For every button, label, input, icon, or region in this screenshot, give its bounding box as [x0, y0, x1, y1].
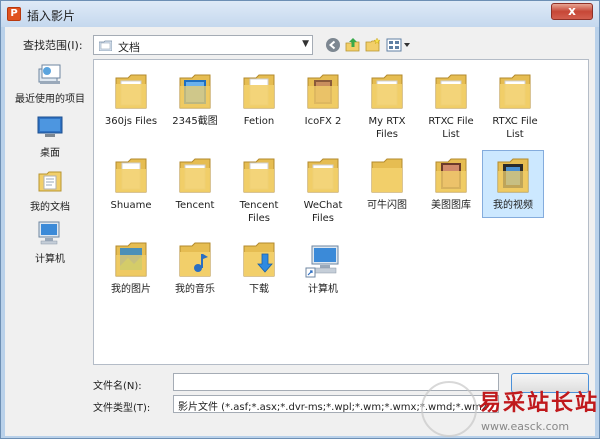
close-button[interactable]: x	[551, 3, 593, 20]
places-item-documents[interactable]: 我的文档	[9, 167, 91, 213]
folder-icon	[115, 74, 147, 109]
folder-icon	[179, 74, 211, 109]
folder-icon	[371, 74, 403, 109]
computer-shortcut-icon	[305, 245, 339, 278]
item-label: RTXC File List	[492, 116, 538, 140]
folder-icon	[307, 158, 339, 193]
list-item[interactable]: Fetion	[228, 70, 290, 128]
pictures-folder-icon	[115, 242, 147, 277]
folder-icon	[435, 74, 467, 109]
item-label: My RTX Files	[368, 116, 406, 140]
folder-icon	[115, 158, 147, 193]
places-item-desktop[interactable]: 桌面	[9, 113, 91, 159]
item-label: 下载	[249, 284, 269, 295]
places-item-label: 桌面	[40, 148, 60, 159]
folder-icon	[243, 74, 275, 109]
list-item[interactable]: RTXC File List	[420, 70, 482, 141]
list-item[interactable]: Shuame	[100, 154, 162, 212]
file-list[interactable]: 360js Files 2345截图 Fetion IcoFX 2 My RTX…	[93, 59, 589, 365]
filename-label: 文件名(N):	[93, 381, 142, 392]
item-label: 计算机	[308, 284, 338, 295]
list-item[interactable]: WeChat Files	[292, 154, 354, 225]
lookin-value: 文档	[118, 41, 140, 54]
item-label: WeChat Files	[303, 200, 343, 224]
back-arrow-icon	[326, 38, 340, 52]
list-item[interactable]: 我的图片	[100, 238, 162, 296]
list-item[interactable]: 可牛闪图	[356, 154, 418, 212]
item-label: IcoFX 2	[304, 116, 342, 127]
list-item[interactable]: My RTX Files	[356, 70, 418, 141]
music-folder-icon	[179, 242, 211, 277]
documents-icon	[38, 171, 62, 192]
list-item[interactable]: Tencent Files	[228, 154, 290, 225]
recent-items-icon	[38, 64, 61, 84]
places-bar: 最近使用的项目 桌面 我的文档 计算机	[9, 59, 91, 367]
downloads-folder-icon	[243, 242, 275, 277]
places-item-label: 最近使用的项目	[15, 94, 85, 105]
list-item[interactable]: 2345截图	[164, 70, 226, 128]
filetype-label: 文件类型(T):	[93, 403, 151, 414]
folder-icon	[499, 74, 531, 109]
watermark-text: 易采站长站	[479, 390, 600, 416]
dialog-title: 插入影片	[27, 9, 76, 23]
item-label: 2345截图	[172, 116, 218, 127]
item-label: 美图图库	[431, 200, 471, 211]
item-label: Tencent	[175, 200, 215, 211]
watermark-logo	[421, 381, 477, 437]
view-menu-icon	[386, 38, 410, 52]
videos-folder-icon	[497, 158, 529, 193]
watermark-url: www.easck.com	[481, 420, 570, 433]
places-item-label: 计算机	[35, 254, 65, 265]
item-label: Shuame	[110, 200, 152, 211]
folder-icon	[99, 40, 112, 51]
item-label: 可牛闪图	[367, 200, 407, 211]
places-item-recent[interactable]: 最近使用的项目	[9, 59, 91, 105]
lookin-label: 查找范围(I):	[23, 39, 83, 52]
up-folder-button[interactable]	[343, 35, 363, 55]
list-item[interactable]: 美图图库	[420, 154, 482, 212]
list-item[interactable]: 计算机	[292, 238, 354, 296]
list-item[interactable]: RTXC File List	[484, 70, 546, 141]
lookin-dropdown[interactable]: 文档 ▼	[93, 35, 313, 55]
insert-movie-dialog: P 插入影片 x 查找范围(I): 文档 ▼ 最近使用的项目 桌面 我的文档 计…	[0, 0, 600, 439]
dialog-body: 查找范围(I): 文档 ▼ 最近使用的项目 桌面 我的文档 计算机 360js …	[5, 27, 595, 436]
title-bar[interactable]: P 插入影片 x	[1, 1, 599, 27]
back-button[interactable]	[323, 35, 343, 55]
computer-icon	[38, 221, 60, 245]
item-label: 我的视频	[493, 200, 533, 211]
item-label: Tencent Files	[239, 200, 279, 224]
list-item[interactable]: Tencent	[164, 154, 226, 212]
folder-icon	[307, 74, 339, 109]
item-label: RTXC File List	[428, 116, 474, 140]
view-menu-button[interactable]	[385, 35, 413, 55]
list-item[interactable]: 下载	[228, 238, 290, 296]
places-item-label: 我的文档	[30, 202, 70, 213]
folder-icon	[435, 158, 467, 193]
list-item[interactable]: IcoFX 2	[292, 70, 354, 128]
places-item-computer[interactable]: 计算机	[9, 219, 91, 265]
folder-icon	[179, 158, 211, 193]
desktop-icon	[37, 116, 63, 137]
new-folder-button[interactable]	[363, 35, 383, 55]
folder-icon	[371, 158, 403, 193]
powerpoint-app-icon: P	[7, 7, 21, 21]
up-folder-icon	[345, 38, 360, 52]
list-item[interactable]: 360js Files	[100, 70, 162, 128]
item-label: 我的图片	[111, 284, 151, 295]
folder-icon	[243, 158, 275, 193]
new-folder-icon	[365, 37, 381, 52]
item-label: 我的音乐	[175, 284, 215, 295]
list-item-selected[interactable]: 我的视频	[482, 150, 544, 218]
list-item[interactable]: 我的音乐	[164, 238, 226, 296]
chevron-down-icon: ▼	[302, 39, 309, 49]
item-label: 360js Files	[104, 116, 158, 127]
item-label: Fetion	[243, 116, 275, 127]
